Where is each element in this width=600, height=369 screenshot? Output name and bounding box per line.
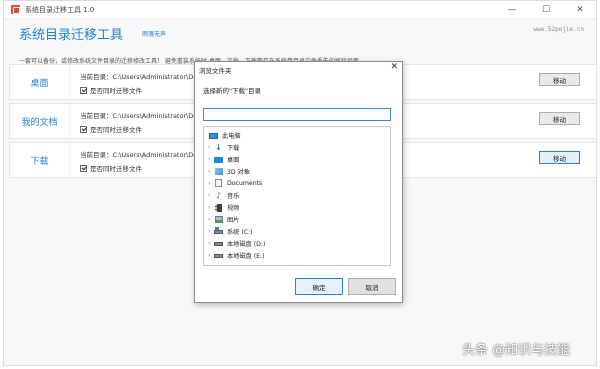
tree-item-label: 3D 对象	[227, 169, 251, 176]
tree-item-drive-e[interactable]: › 本地磁盘 (E:)	[208, 251, 265, 260]
folder-path-input[interactable]	[203, 108, 391, 121]
app-icon	[11, 5, 20, 14]
migrate-files-checkbox[interactable]: 是否同时迁移文件	[80, 124, 142, 134]
folder-label: 下载	[10, 143, 70, 177]
tree-item-label: 本地磁盘 (E:)	[227, 253, 265, 260]
tree-item-label: Documents	[227, 179, 263, 187]
current-path: 当前目录：C:\Users\Administrator\Do	[80, 151, 198, 159]
screen: 系统目录迁移工具 1.0 — ☐ ✕ 系统目录迁移工具 雨落无声 www.52p…	[0, 0, 600, 369]
migrate-files-checkbox[interactable]: 是否同时迁移文件	[80, 85, 142, 95]
picture-icon	[214, 216, 223, 224]
app-author: 雨落无声	[142, 31, 167, 38]
close-button[interactable]: ✕	[572, 3, 588, 17]
folder-label: 我的文档	[10, 104, 70, 138]
desktop-icon	[214, 156, 223, 164]
tree-item-desktop[interactable]: › 桌面	[208, 155, 239, 164]
site-url: www.52pojie.cn	[533, 26, 584, 33]
maximize-button[interactable]: ☐	[538, 3, 554, 17]
move-button[interactable]: 移动	[539, 73, 580, 86]
tree-item-label: 系统 (C:)	[227, 229, 253, 236]
tree-item-label: 本地磁盘 (D:)	[227, 241, 266, 248]
current-path: 当前目录：C:\Users\Administrator\Do	[80, 112, 198, 120]
tree-item-videos[interactable]: › 视频	[208, 203, 239, 212]
computer-icon	[209, 132, 218, 140]
tree-item-this-pc[interactable]: 此电脑	[209, 131, 241, 140]
system-drive-icon	[214, 226, 223, 236]
ok-button[interactable]: 确定	[295, 278, 343, 295]
minimize-button[interactable]: —	[504, 3, 520, 17]
tree-item-documents[interactable]: › Documents	[208, 179, 262, 187]
tree-item-music[interactable]: › ♪ 音乐	[208, 191, 239, 200]
checkbox-label: 是否同时迁移文件	[90, 126, 142, 134]
watermark: 头条 @知识与技能	[462, 343, 571, 358]
tree-item-label: 音乐	[227, 193, 240, 200]
dialog-close-icon[interactable]: ✕	[390, 62, 398, 72]
app-title: 系统目录迁移工具	[19, 28, 124, 43]
current-path: 当前目录：C:\Users\Administrator\De	[80, 73, 198, 81]
music-icon: ♪	[215, 191, 222, 200]
move-button[interactable]: 移动	[539, 151, 580, 164]
tree-item-drive-c[interactable]: › 系统 (C:)	[208, 226, 253, 236]
tree-item-downloads[interactable]: › ↓ 下载	[208, 143, 239, 152]
tree-item-3d-objects[interactable]: › 3D 对象	[208, 167, 250, 176]
drive-icon	[214, 240, 223, 248]
3d-objects-icon	[214, 168, 223, 176]
migrate-files-checkbox[interactable]: 是否同时迁移文件	[80, 163, 142, 173]
checkbox-label: 是否同时迁移文件	[90, 165, 142, 173]
video-icon	[214, 203, 223, 212]
move-button[interactable]: 移动	[539, 112, 580, 125]
app-header: 系统目录迁移工具 雨落无声 www.52pojie.cn 一套可以备份，或修改系…	[4, 19, 596, 65]
checkbox-checked-icon[interactable]	[80, 86, 87, 94]
window-title: 系统目录迁移工具 1.0	[25, 5, 95, 14]
document-icon	[214, 179, 223, 187]
tree-item-label: 下载	[227, 145, 240, 152]
checkbox-label: 是否同时迁移文件	[90, 87, 142, 95]
folder-label: 桌面	[10, 65, 70, 99]
title-bar: 系统目录迁移工具 1.0 — ☐ ✕	[4, 1, 596, 19]
browse-folder-dialog: 浏览文件夹 ✕ 选择新的"下载"目录 此电脑 › ↓ 下载 › 桌面 › 3D …	[194, 61, 403, 303]
tree-item-label: 此电脑	[222, 133, 241, 140]
tree-item-label: 视频	[227, 205, 240, 212]
tree-item-drive-d[interactable]: › 本地磁盘 (D:)	[208, 239, 265, 248]
tree-item-label: 图片	[227, 217, 240, 224]
checkbox-checked-icon[interactable]	[80, 125, 87, 133]
cancel-button[interactable]: 取消	[348, 278, 396, 295]
checkbox-checked-icon[interactable]	[80, 164, 87, 172]
dialog-title: 浏览文件夹	[199, 67, 232, 75]
dialog-prompt: 选择新的"下载"目录	[203, 87, 261, 95]
tree-item-pictures[interactable]: › 图片	[208, 215, 239, 224]
download-icon: ↓	[215, 143, 222, 152]
tree-item-label: 桌面	[227, 157, 240, 164]
folder-tree[interactable]: 此电脑 › ↓ 下载 › 桌面 › 3D 对象 › Documents › ♪ …	[203, 126, 391, 266]
drive-icon	[214, 252, 223, 260]
